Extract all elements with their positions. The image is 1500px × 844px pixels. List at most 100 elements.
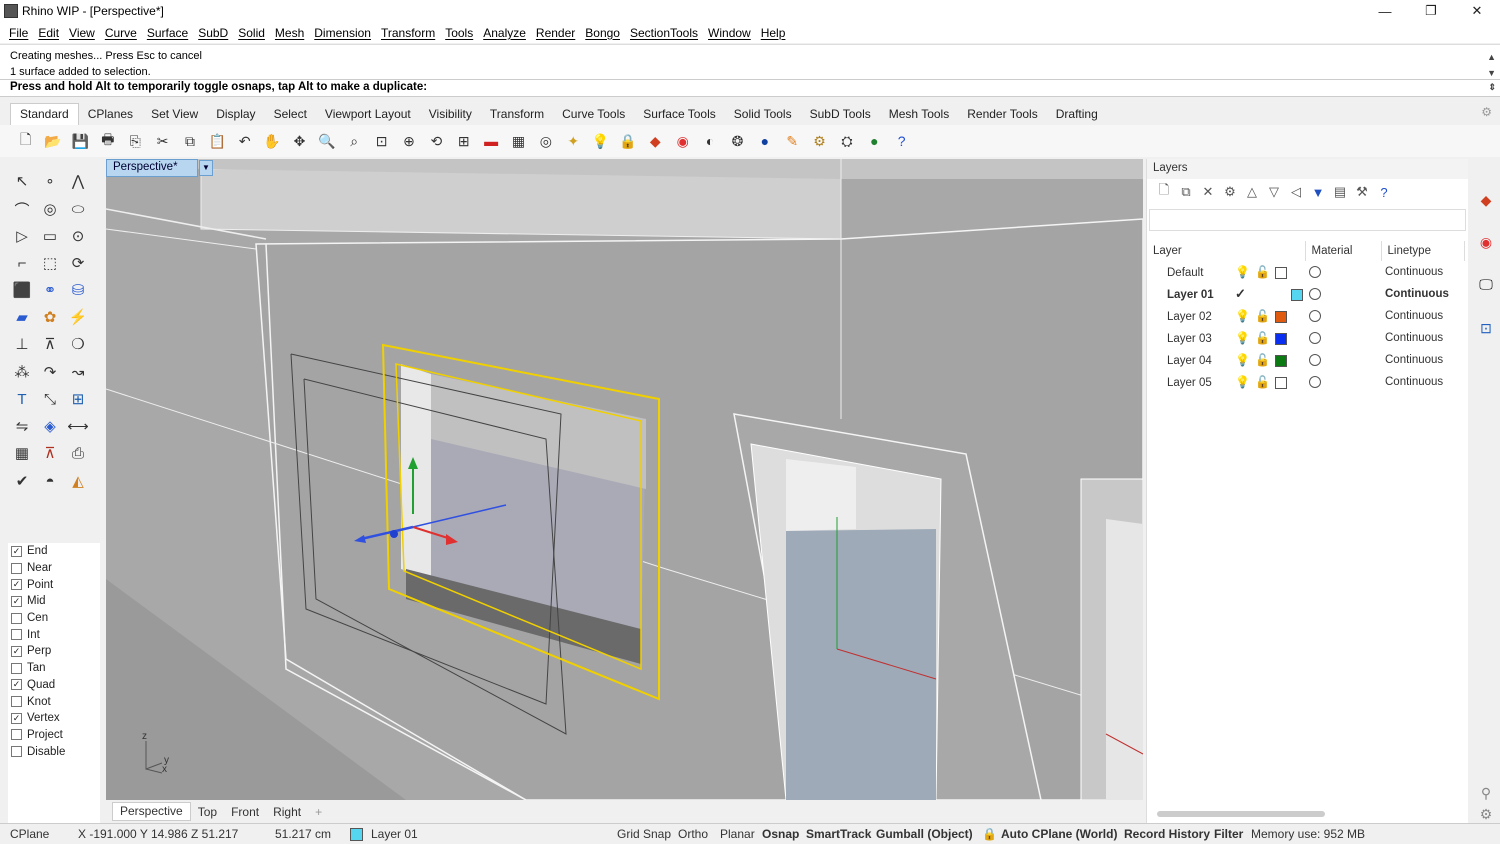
layer-name[interactable]: Layer 02 <box>1167 311 1235 323</box>
add-viewport-icon[interactable]: + <box>308 805 329 819</box>
record-history-toggle[interactable]: Record History <box>1124 827 1210 841</box>
tab-subd-tools[interactable]: SubD Tools <box>801 104 880 125</box>
settings-icon[interactable]: ⚙ <box>809 130 831 152</box>
tab-display[interactable]: Display <box>207 104 264 125</box>
gear-icon[interactable]: ⛭ <box>836 130 858 152</box>
layer-linetype[interactable]: Continuous <box>1385 266 1443 278</box>
viewport-tab-top[interactable]: Top <box>191 805 224 819</box>
tools-icon[interactable]: ⚒ <box>1351 184 1373 200</box>
lock-icon[interactable]: 🔓 <box>1255 309 1275 323</box>
osnap-checkbox[interactable]: ✓ <box>11 579 22 590</box>
tab-cplanes[interactable]: CPlanes <box>79 104 142 125</box>
tab-standard[interactable]: Standard <box>10 103 79 125</box>
auto-cplane-toggle[interactable]: Auto CPlane (World) <box>1001 827 1117 841</box>
menu-bongo[interactable]: Bongo <box>580 26 625 40</box>
material-circle-icon[interactable] <box>1309 376 1321 388</box>
menu-window[interactable]: Window <box>703 26 756 40</box>
offset-icon[interactable]: ⬚ <box>38 251 62 275</box>
sweep-icon[interactable]: ⚡ <box>66 305 90 329</box>
current-layer-label[interactable]: Layer 01 <box>371 827 418 841</box>
osnap-checkbox[interactable]: ✓ <box>11 713 22 724</box>
layer-row[interactable]: Layer 04💡🔓Continuous <box>1147 349 1465 371</box>
render-icon[interactable]: ● <box>754 130 776 152</box>
check-icon[interactable]: ✔ <box>10 469 34 493</box>
rotate-view-icon[interactable]: ⟲ <box>425 130 447 152</box>
layer-linetype[interactable]: Continuous <box>1385 332 1443 344</box>
lock-icon[interactable]: 🔓 <box>1255 353 1275 367</box>
filter-toggle[interactable]: Filter <box>1214 827 1243 841</box>
scroll-up-icon[interactable]: ▲ <box>1487 49 1496 65</box>
orient-icon[interactable]: ⊼ <box>38 332 62 356</box>
globe-icon[interactable]: ● <box>863 130 885 152</box>
osnap-checkbox[interactable] <box>11 613 22 624</box>
tab-select[interactable]: Select <box>265 104 316 125</box>
ellipse-icon[interactable]: ⬭ <box>66 197 90 221</box>
shade-icon[interactable]: ◐ <box>699 130 721 152</box>
paste-icon[interactable]: 📋 <box>206 130 228 152</box>
osnap-perp[interactable]: ✓Perp <box>8 643 100 660</box>
new-sublayer-icon[interactable]: ⧉ <box>1175 184 1197 200</box>
render-preview-icon[interactable]: ❂ <box>726 130 748 152</box>
layer-name[interactable]: Layer 03 <box>1167 333 1235 345</box>
scale-icon[interactable]: ⤡ <box>38 387 62 411</box>
mirror-icon[interactable]: ⇋ <box>10 414 34 438</box>
osnap-checkbox[interactable] <box>11 746 22 757</box>
osnap-int[interactable]: Int <box>8 626 100 643</box>
lock-icon[interactable]: 🔓 <box>1255 375 1275 389</box>
layer-name[interactable]: Default <box>1167 267 1235 279</box>
lock-icon[interactable]: 🔓 <box>1255 265 1275 279</box>
undo-icon[interactable]: ↶ <box>234 130 256 152</box>
rebuild-icon[interactable]: ↷ <box>38 360 62 384</box>
cplane-indicator[interactable]: CPlane <box>10 827 49 841</box>
osnap-checkbox[interactable] <box>11 729 22 740</box>
layer-row[interactable]: Layer 02💡🔓Continuous <box>1147 305 1465 327</box>
grid-snap-toggle[interactable]: Grid Snap <box>617 827 671 841</box>
menu-help[interactable]: Help <box>756 26 791 40</box>
visibility-bulb-icon[interactable]: 💡 <box>1235 331 1255 345</box>
light-icon[interactable]: 💡 <box>590 130 612 152</box>
planar-toggle[interactable]: Planar <box>720 827 755 841</box>
render-tool-icon[interactable]: ◭ <box>66 469 90 493</box>
menu-file[interactable]: File <box>4 26 33 40</box>
close-button[interactable]: ✕ <box>1454 0 1500 22</box>
new-file-icon[interactable]: 🗋 <box>15 130 37 152</box>
move-view-icon[interactable]: ✥ <box>288 130 310 152</box>
select-arrow-icon[interactable]: ↖ <box>10 169 34 193</box>
osnap-checkbox[interactable] <box>11 696 22 707</box>
zoom-extents-icon[interactable]: ⊡ <box>371 130 393 152</box>
osnap-project[interactable]: Project <box>8 727 100 744</box>
viewport-tab-front[interactable]: Front <box>224 805 266 819</box>
layer-name[interactable]: Layer 05 <box>1167 377 1235 389</box>
material-circle-icon[interactable] <box>1309 332 1321 344</box>
osnap-disable[interactable]: Disable <box>8 743 100 760</box>
zoom-icon[interactable]: 🔍 <box>316 130 338 152</box>
menu-view[interactable]: View <box>64 26 100 40</box>
tab-mesh-tools[interactable]: Mesh Tools <box>880 104 958 125</box>
viewport-tab-right[interactable]: Right <box>266 805 308 819</box>
layer-row[interactable]: Default💡🔓Continuous <box>1147 261 1465 283</box>
viewport-menu-arrow-icon[interactable]: ▼ <box>199 160 213 176</box>
osnap-point[interactable]: ✓Point <box>8 576 100 593</box>
surface-icon[interactable]: ▰ <box>10 305 34 329</box>
layers-panel-icon[interactable]: ◆ <box>1475 189 1497 211</box>
pin-icon[interactable]: ⚲ <box>1475 782 1497 804</box>
layer-linetype[interactable]: Continuous <box>1385 354 1443 366</box>
menu-curve[interactable]: Curve <box>100 26 142 40</box>
menu-transform[interactable]: Transform <box>376 26 440 40</box>
command-scroll-icon[interactable]: ⇕ <box>1488 82 1496 93</box>
visibility-bulb-icon[interactable]: 💡 <box>1235 375 1255 389</box>
control-points-icon[interactable]: ⁂ <box>10 360 34 384</box>
material-circle-icon[interactable] <box>1309 310 1321 322</box>
tab-surface-tools[interactable]: Surface Tools <box>634 104 725 125</box>
layer-color-swatch[interactable] <box>1275 333 1287 345</box>
color-icon[interactable]: ◉ <box>672 130 694 152</box>
save-icon[interactable]: 💾 <box>69 130 91 152</box>
new-layer-icon[interactable]: 🗋 <box>1153 181 1175 203</box>
material-circle-icon[interactable] <box>1309 288 1321 300</box>
tab-set-view[interactable]: Set View <box>142 104 207 125</box>
move-parent-icon[interactable]: ◁ <box>1285 184 1307 200</box>
extend-icon[interactable]: ⟳ <box>66 251 90 275</box>
dimension-icon[interactable]: ⟷ <box>66 414 90 438</box>
tab-viewport-layout[interactable]: Viewport Layout <box>316 104 420 125</box>
osnap-checkbox[interactable] <box>11 629 22 640</box>
